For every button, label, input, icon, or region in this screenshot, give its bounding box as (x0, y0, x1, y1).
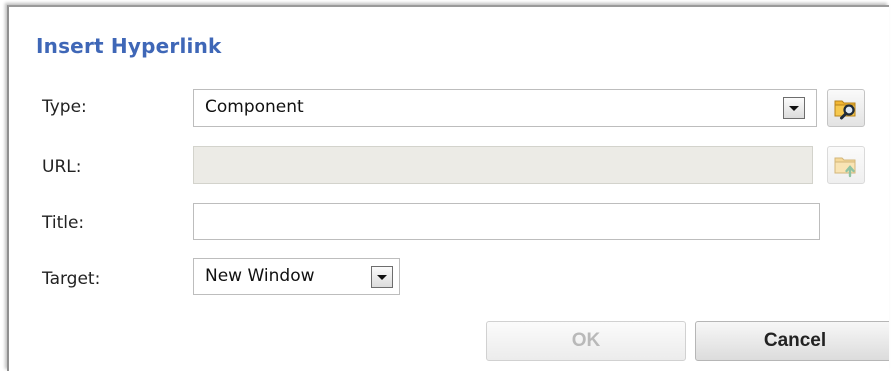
type-dropdown-button[interactable] (783, 97, 805, 119)
ok-button[interactable]: OK (486, 321, 686, 361)
type-select-value: Component (205, 97, 304, 117)
url-label: URL: (42, 157, 82, 177)
chevron-down-icon (789, 106, 799, 111)
target-label: Target: (42, 269, 101, 289)
insert-hyperlink-dialog: Insert Hyperlink Type: Component URL: Ti… (7, 5, 889, 371)
target-select[interactable]: New Window (193, 258, 400, 295)
target-select-value: New Window (205, 266, 315, 286)
cancel-button[interactable]: Cancel (695, 321, 889, 361)
dialog-title: Insert Hyperlink (36, 34, 222, 58)
url-input[interactable] (193, 146, 813, 184)
title-input[interactable] (193, 203, 820, 240)
upload-button[interactable] (827, 146, 865, 184)
title-label: Title: (42, 213, 85, 233)
folder-upload-icon (834, 157, 856, 178)
target-dropdown-button[interactable] (371, 266, 393, 288)
type-select[interactable]: Component (193, 89, 817, 127)
chevron-down-icon (377, 275, 387, 280)
type-label: Type: (42, 97, 87, 117)
folder-search-icon (834, 100, 856, 120)
browse-button[interactable] (827, 89, 865, 127)
